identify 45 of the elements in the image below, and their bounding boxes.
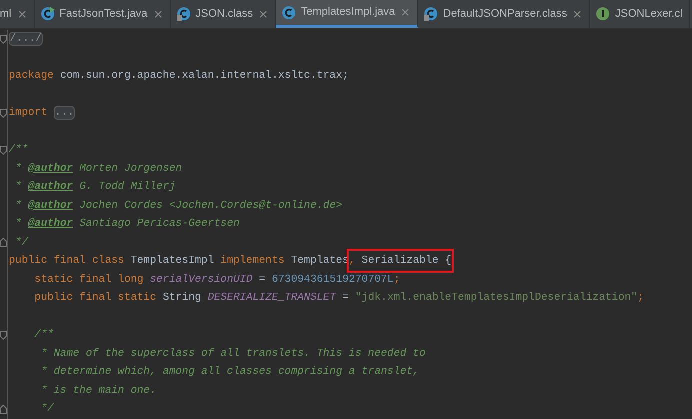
highlight-box: , Serializable {	[348, 251, 452, 272]
class-icon	[176, 7, 191, 21]
close-icon[interactable]	[258, 8, 270, 20]
class-icon	[424, 7, 438, 21]
code-line: */	[14, 236, 28, 251]
editor-tab[interactable]: DefaultJSONParser.class	[418, 0, 590, 28]
code-line: /**	[34, 328, 54, 344]
interface-icon	[596, 7, 610, 21]
fold-icon[interactable]	[0, 108, 7, 118]
fold-icon[interactable]	[0, 34, 7, 44]
close-icon[interactable]	[400, 7, 412, 18]
code-line: import ...	[9, 105, 76, 122]
tab-label: JSON.class	[196, 6, 254, 22]
tab-label: JSONLexer.cl	[615, 6, 683, 22]
fold-icon[interactable]	[0, 146, 7, 155]
editor-tab[interactable]: TemplatesImpl.java	[276, 0, 418, 28]
fold-icon[interactable]	[0, 238, 7, 248]
fold-icon[interactable]	[0, 330, 7, 340]
fold-icon[interactable]	[0, 404, 7, 414]
editor-tab[interactable]: ml	[0, 0, 35, 28]
code-line: * @author G. Todd Millerj	[14, 180, 176, 196]
code-line: public final class TemplatesImpl implements Templates, Serializable {	[9, 253, 452, 270]
class-icon	[40, 7, 55, 21]
close-icon[interactable]	[572, 8, 584, 20]
code-line: public final static String DESERIALIZE_TRANSLET = "jdk.xml.enableTemplatesImplDeserialization";	[34, 291, 644, 306]
tab-label: DefaultJSONParser.class	[443, 6, 568, 22]
close-icon[interactable]	[152, 8, 164, 20]
editor-tab[interactable]: FastJsonTest.java	[34, 0, 171, 28]
code-line: * determine which, among all classes comprising a translet,	[40, 365, 420, 380]
editor-tab[interactable]: JSONLexer.cl	[590, 0, 690, 28]
code-line: /.../	[9, 31, 44, 48]
close-icon[interactable]	[16, 8, 28, 20]
tab-label: TemplatesImpl.java	[301, 5, 396, 20]
code-line: static final long serialVersionUID = 673094361519270707L;	[34, 272, 400, 288]
code-line: package com.sun.org.apache.xalan.internal.xsltc.trax;	[9, 69, 349, 84]
code-line: * @author Santiago Pericas-Geertsen	[14, 217, 240, 232]
code-line: * Name of the superclass of all translets. This is needed to	[40, 346, 426, 362]
code-line: /**	[9, 143, 28, 158]
code-line: * @author Jochen Cordes <Jochen.Cordes@t-online.de>	[14, 198, 343, 214]
tab-label: FastJsonTest.java	[60, 6, 148, 22]
code-line: * is the main one.	[40, 384, 157, 399]
class-icon	[282, 6, 296, 20]
code-line: */	[40, 402, 54, 418]
code-line: * @author Morten Jorgensen	[14, 162, 182, 177]
tab-label: ml	[0, 6, 12, 22]
